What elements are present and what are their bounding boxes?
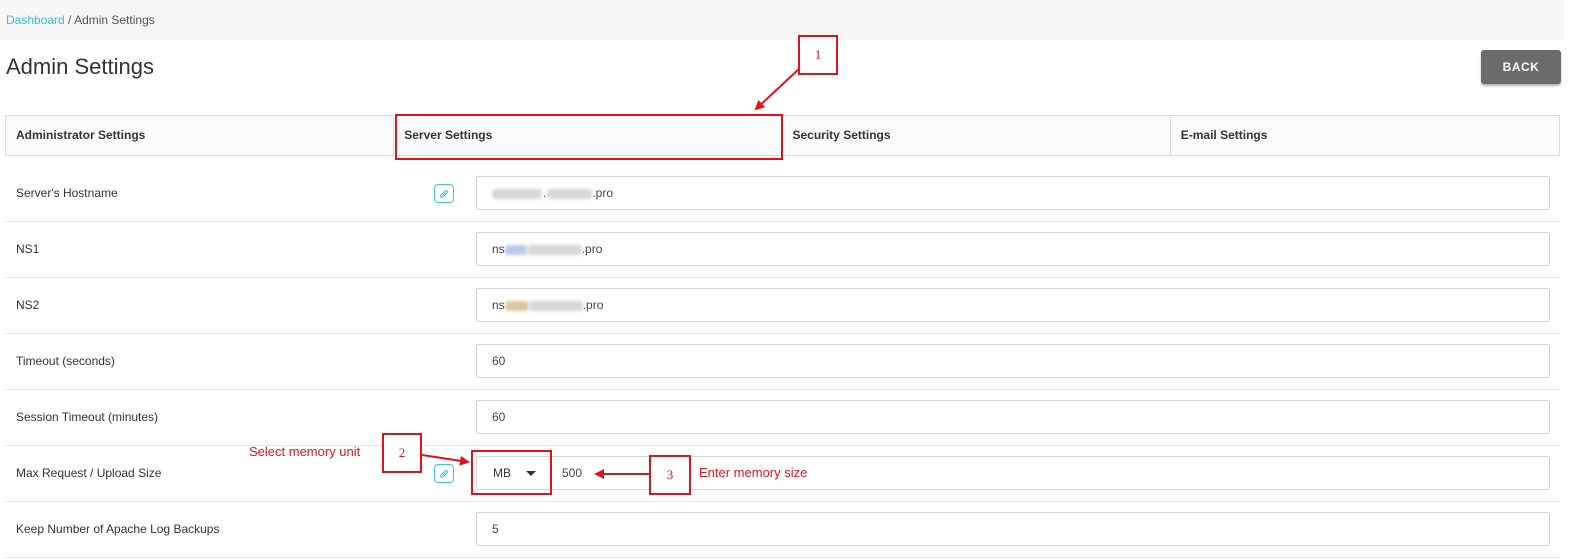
- ns1-input[interactable]: ns .pro: [476, 232, 1550, 266]
- breadcrumb-current: Admin Settings: [74, 13, 155, 27]
- server-settings-form: Server's Hostname . .pro NS1 ns .pro NS2 n…: [5, 166, 1560, 558]
- page-title: Admin Settings: [6, 54, 154, 79]
- breadcrumb-dashboard-link[interactable]: Dashboard: [6, 13, 65, 27]
- hostname-label: Server's Hostname: [16, 186, 118, 200]
- annotation-select-memory-unit: Select memory unit: [249, 444, 361, 459]
- annotation-number-2: 2: [382, 433, 422, 473]
- annotation-number-1: 1: [798, 35, 838, 75]
- hostname-input[interactable]: . .pro: [476, 176, 1550, 210]
- annotation-highlight-server-tab: [395, 114, 783, 160]
- arrow-1: [754, 67, 801, 111]
- ns2-suffix: .pro: [582, 298, 604, 312]
- tab-administrator-settings[interactable]: Administrator Settings: [6, 116, 395, 155]
- ns1-prefix: ns: [492, 242, 505, 256]
- tab-security-settings[interactable]: Security Settings: [783, 116, 1171, 155]
- annotation-highlight-unit-select: [471, 450, 552, 495]
- tab-email-settings[interactable]: E-mail Settings: [1171, 116, 1559, 155]
- breadcrumb: Dashboard / Admin Settings: [0, 0, 1564, 40]
- log-backups-input[interactable]: 5: [476, 512, 1550, 546]
- log-backups-label: Keep Number of Apache Log Backups: [16, 522, 220, 536]
- timeout-input[interactable]: 60: [476, 344, 1550, 378]
- timeout-label: Timeout (seconds): [16, 354, 115, 368]
- max-request-label: Max Request / Upload Size: [16, 466, 162, 480]
- form-row-ns1: NS1 ns .pro: [5, 222, 1560, 278]
- annotation-number-3: 3: [649, 455, 691, 495]
- ns2-prefix: ns: [492, 298, 505, 312]
- form-row-log-backups: Keep Number of Apache Log Backups 5: [5, 502, 1560, 558]
- annotation-enter-memory-size: Enter memory size: [699, 465, 808, 480]
- form-row-timeout: Timeout (seconds) 60: [5, 334, 1560, 390]
- ns1-label: NS1: [16, 242, 40, 256]
- session-timeout-label: Session Timeout (minutes): [16, 410, 159, 424]
- link-icon[interactable]: [434, 184, 454, 203]
- ns2-label: NS2: [16, 298, 40, 312]
- form-row-session-timeout: Session Timeout (minutes) 60: [5, 390, 1560, 446]
- form-row-hostname: Server's Hostname . .pro: [5, 166, 1560, 222]
- link-icon[interactable]: [434, 464, 454, 483]
- hostname-suffix: .pro: [592, 186, 614, 200]
- ns1-suffix: .pro: [581, 242, 603, 256]
- back-button[interactable]: BACK: [1481, 50, 1561, 84]
- breadcrumb-separator: /: [64, 13, 75, 27]
- session-timeout-input[interactable]: 60: [476, 400, 1550, 434]
- form-row-ns2: NS2 ns .pro: [5, 278, 1560, 334]
- ns2-input[interactable]: ns .pro: [476, 288, 1550, 322]
